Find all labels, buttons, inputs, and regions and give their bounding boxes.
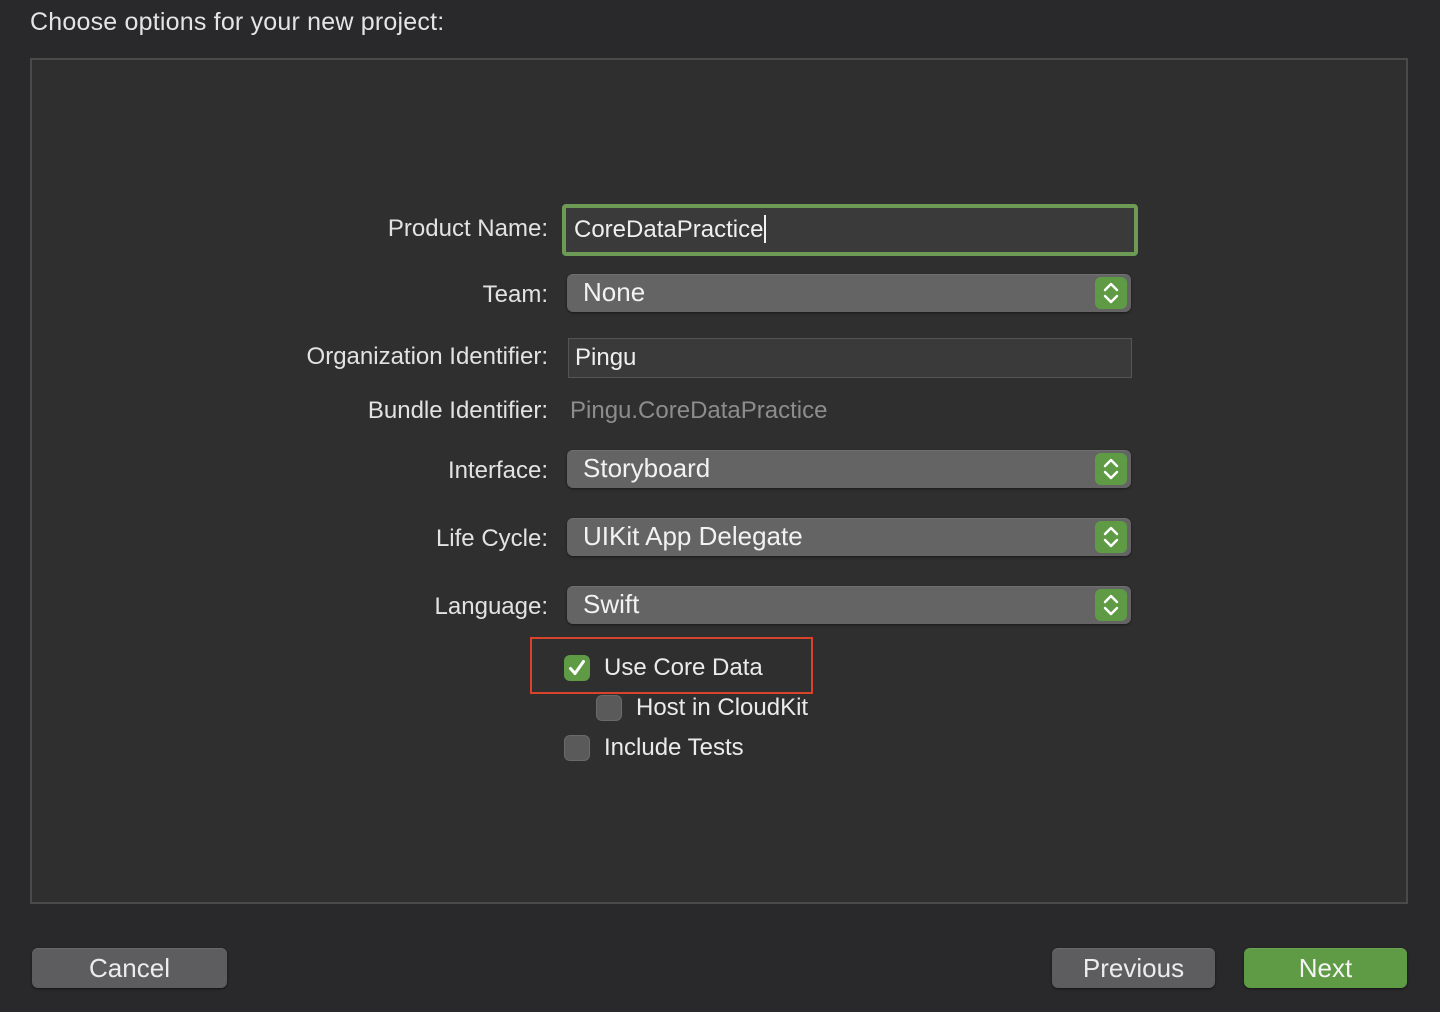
- next-button[interactable]: Next: [1244, 948, 1407, 988]
- product-name-label: Product Name:: [387, 215, 548, 242]
- page-title: Choose options for your new project:: [30, 8, 445, 36]
- bundle-identifier-value: Pingu.CoreDataPractice: [570, 397, 828, 424]
- language-popup[interactable]: Swift: [567, 586, 1131, 624]
- text-caret: [764, 214, 767, 243]
- product-name-value: CoreDataPractice: [574, 216, 764, 243]
- chevron-up-down-icon: [1095, 277, 1127, 309]
- interface-popup[interactable]: Storyboard: [567, 450, 1131, 488]
- chevron-up-down-icon: [1095, 521, 1127, 553]
- life-cycle-popup[interactable]: UIKit App Delegate: [567, 518, 1131, 556]
- include-tests-option[interactable]: Include Tests: [564, 734, 744, 762]
- host-in-cloudkit-label: Host in CloudKit: [636, 694, 809, 721]
- bundle-identifier-label: Bundle Identifier:: [367, 397, 548, 424]
- chevron-up-down-icon: [1095, 453, 1127, 485]
- previous-button[interactable]: Previous: [1052, 948, 1215, 988]
- team-value: None: [583, 277, 646, 307]
- include-tests-label: Include Tests: [604, 734, 744, 761]
- chevron-up-down-icon: [1095, 589, 1127, 621]
- life-cycle-value: UIKit App Delegate: [583, 521, 803, 551]
- interface-label: Interface:: [447, 457, 548, 484]
- team-label: Team:: [482, 281, 548, 308]
- organization-identifier-value: Pingu: [575, 344, 637, 371]
- language-label: Language:: [434, 593, 548, 620]
- interface-value: Storyboard: [583, 453, 711, 483]
- include-tests-checkbox[interactable]: [564, 735, 590, 761]
- organization-identifier-label: Organization Identifier:: [306, 343, 548, 370]
- product-name-input[interactable]: CoreDataPractice: [562, 204, 1138, 256]
- host-in-cloudkit-option[interactable]: Host in CloudKit: [596, 694, 808, 722]
- organization-identifier-input[interactable]: Pingu: [568, 338, 1132, 378]
- language-value: Swift: [583, 589, 640, 619]
- highlight-annotation-box: [530, 637, 813, 694]
- host-in-cloudkit-checkbox[interactable]: [596, 695, 622, 721]
- life-cycle-label: Life Cycle:: [435, 525, 548, 552]
- cancel-button[interactable]: Cancel: [32, 948, 227, 988]
- new-project-options-sheet: Choose options for your new project: Pro…: [0, 0, 1440, 1012]
- team-popup[interactable]: None: [567, 274, 1131, 312]
